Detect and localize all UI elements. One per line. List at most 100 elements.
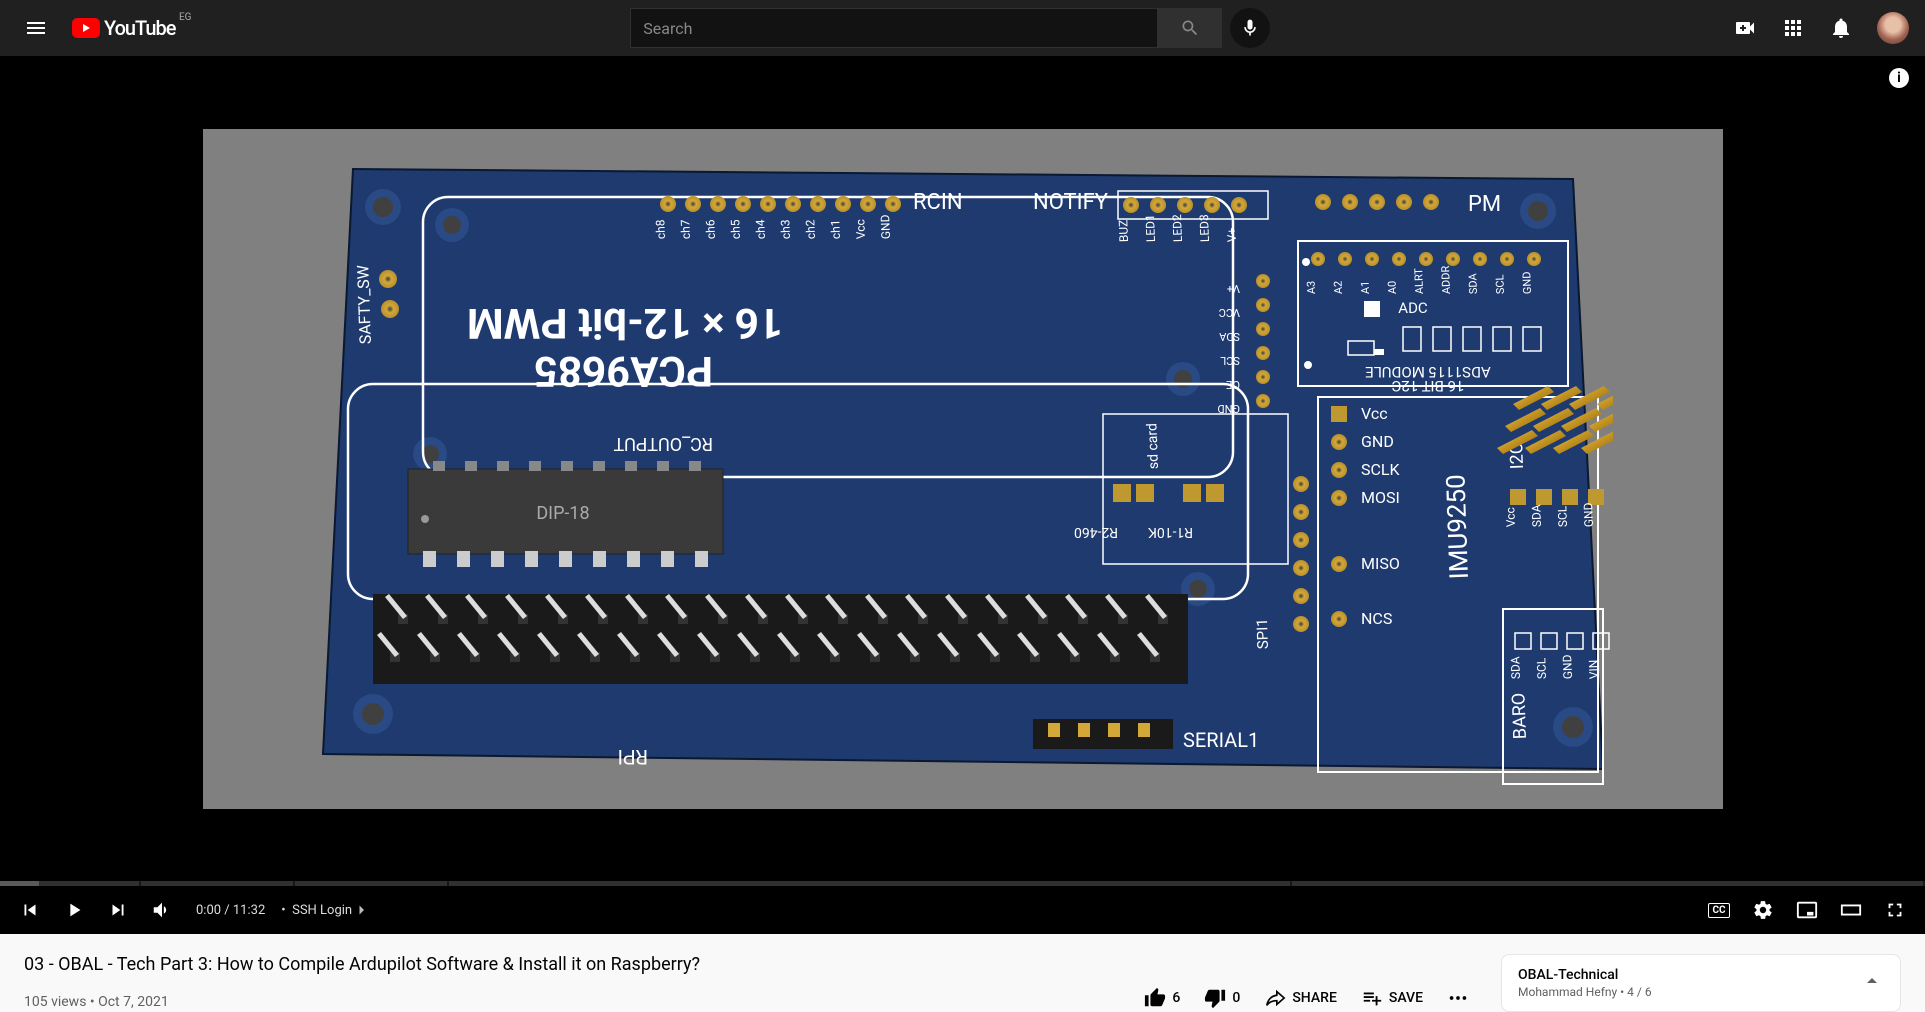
svg-text:PM: PM (1468, 192, 1501, 217)
svg-text:ch2: ch2 (803, 219, 818, 239)
next-button[interactable] (100, 886, 136, 934)
svg-text:MOSI: MOSI (1361, 488, 1400, 507)
time-display: 0:00 / 11:32 (188, 903, 273, 918)
youtube-logo-text: YouTube (104, 16, 176, 40)
svg-text:V+: V+ (1224, 227, 1239, 242)
svg-text:Vcc: Vcc (853, 218, 868, 238)
save-icon (1361, 987, 1383, 1009)
svg-text:ch1: ch1 (828, 219, 843, 239)
playlist-card[interactable]: OBAL-Technical Mohammad Hefny • 4 / 6 (1501, 954, 1901, 1012)
apps-icon (1781, 16, 1805, 40)
play-icon (63, 899, 85, 921)
dislike-button[interactable]: 0 (1196, 979, 1248, 1012)
create-button[interactable] (1725, 8, 1765, 48)
svg-text:SCL: SCL (1534, 656, 1549, 678)
thumb-down-icon (1204, 987, 1226, 1009)
svg-text:GND: GND (1581, 502, 1596, 527)
cc-button[interactable]: CC (1701, 886, 1737, 934)
svg-text:A3: A3 (1304, 280, 1317, 294)
next-icon (107, 899, 129, 921)
info-card-button[interactable]: i (1889, 68, 1909, 88)
video-player: i (0, 56, 1925, 934)
svg-text:ch3: ch3 (778, 219, 793, 239)
like-button[interactable]: 6 (1136, 979, 1188, 1012)
svg-text:SDA: SDA (1529, 504, 1544, 527)
youtube-logo[interactable]: YouTube EG (72, 16, 176, 40)
settings-button[interactable] (1745, 886, 1781, 934)
svg-text:ADC: ADC (1398, 299, 1428, 317)
chevron-up-icon (1860, 969, 1884, 993)
chevron-right-icon (352, 901, 370, 919)
theater-icon (1840, 899, 1862, 921)
theater-button[interactable] (1833, 886, 1869, 934)
pcb-render: GNDVccch1ch2ch3ch4ch5ch6ch7ch8 RCIN BUZL… (313, 149, 1613, 789)
svg-text:A0: A0 (1385, 280, 1398, 294)
header: YouTube EG (0, 0, 1925, 56)
video-area[interactable]: i (0, 56, 1925, 881)
svg-text:VIN: VIN (1586, 659, 1601, 679)
previous-icon (19, 899, 41, 921)
svg-text:RPI: RPI (617, 745, 647, 769)
svg-text:GND: GND (1520, 271, 1534, 294)
play-button[interactable] (56, 886, 92, 934)
miniplayer-button[interactable] (1789, 886, 1825, 934)
svg-text:BARO: BARO (1508, 692, 1531, 739)
svg-text:sd card: sd card (1144, 422, 1162, 469)
svg-text:MISO: MISO (1361, 554, 1400, 573)
hamburger-menu[interactable] (16, 8, 56, 48)
cc-icon: CC (1708, 903, 1729, 918)
svg-text:NCS: NCS (1361, 609, 1392, 628)
svg-text:RC_OUTPUT: RC_OUTPUT (613, 433, 713, 454)
svg-text:SCL: SCL (1493, 274, 1507, 294)
svg-text:NOTIFY: NOTIFY (1033, 190, 1109, 215)
country-code: EG (179, 12, 192, 23)
microphone-icon (1240, 18, 1260, 38)
svg-text:GND: GND (1361, 432, 1394, 451)
svg-text:SCLK: SCLK (1361, 460, 1401, 479)
svg-text:GND: GND (1560, 654, 1575, 679)
more-icon (1447, 987, 1469, 1009)
fullscreen-button[interactable] (1877, 886, 1913, 934)
hamburger-icon (24, 16, 48, 40)
search-icon (1180, 18, 1200, 38)
svg-text:SAFTY_SW: SAFTY_SW (353, 264, 375, 344)
video-info-row: 03 - OBAL - Tech Part 3: How to Compile … (0, 934, 1925, 1012)
apps-button[interactable] (1773, 8, 1813, 48)
search-button[interactable] (1158, 8, 1222, 48)
playlist-collapse-button[interactable] (1860, 969, 1884, 997)
player-controls: 0:00 / 11:32 • SSH Login CC (0, 886, 1925, 934)
volume-icon (151, 899, 173, 921)
search-input[interactable] (630, 8, 1158, 48)
chapter-button[interactable]: • SSH Login (281, 901, 370, 919)
svg-text:R1-10K: R1-10K (1147, 524, 1192, 540)
svg-text:SDA: SDA (1218, 330, 1240, 343)
svg-text:A2: A2 (1331, 280, 1344, 294)
avatar[interactable] (1877, 12, 1909, 44)
playlist-meta: Mohammad Hefny • 4 / 6 (1518, 985, 1652, 999)
svg-text:ch7: ch7 (678, 219, 693, 239)
svg-text:16 BIT 12C: 16 BIT 12C (1391, 377, 1464, 395)
voice-search-button[interactable] (1230, 8, 1270, 48)
video-meta: 105 views • Oct 7, 2021 (24, 994, 169, 1010)
svg-text:IMU9250: IMU9250 (1441, 473, 1475, 579)
video-title: 03 - OBAL - Tech Part 3: How to Compile … (24, 954, 1477, 975)
svg-text:PCA9685: PCA9685 (533, 346, 712, 395)
svg-text:SCL: SCL (1220, 354, 1240, 367)
volume-button[interactable] (144, 886, 180, 934)
more-actions-button[interactable] (1439, 979, 1477, 1012)
create-icon (1733, 16, 1757, 40)
progress-bar[interactable] (0, 881, 1925, 886)
save-button[interactable]: SAVE (1353, 979, 1431, 1012)
svg-text:Vcc: Vcc (1361, 404, 1388, 423)
bell-icon (1829, 16, 1853, 40)
svg-text:ch6: ch6 (703, 219, 718, 239)
svg-text:ADDR: ADDR (1439, 265, 1453, 294)
svg-text:SERIAL1: SERIAL1 (1183, 728, 1259, 752)
previous-button[interactable] (12, 886, 48, 934)
svg-text:A1: A1 (1358, 280, 1371, 294)
svg-text:VCC: VCC (1218, 306, 1239, 319)
notifications-button[interactable] (1821, 8, 1861, 48)
share-button[interactable]: SHARE (1256, 979, 1345, 1012)
svg-text:SDA: SDA (1508, 656, 1523, 679)
svg-text:GND: GND (878, 214, 893, 239)
